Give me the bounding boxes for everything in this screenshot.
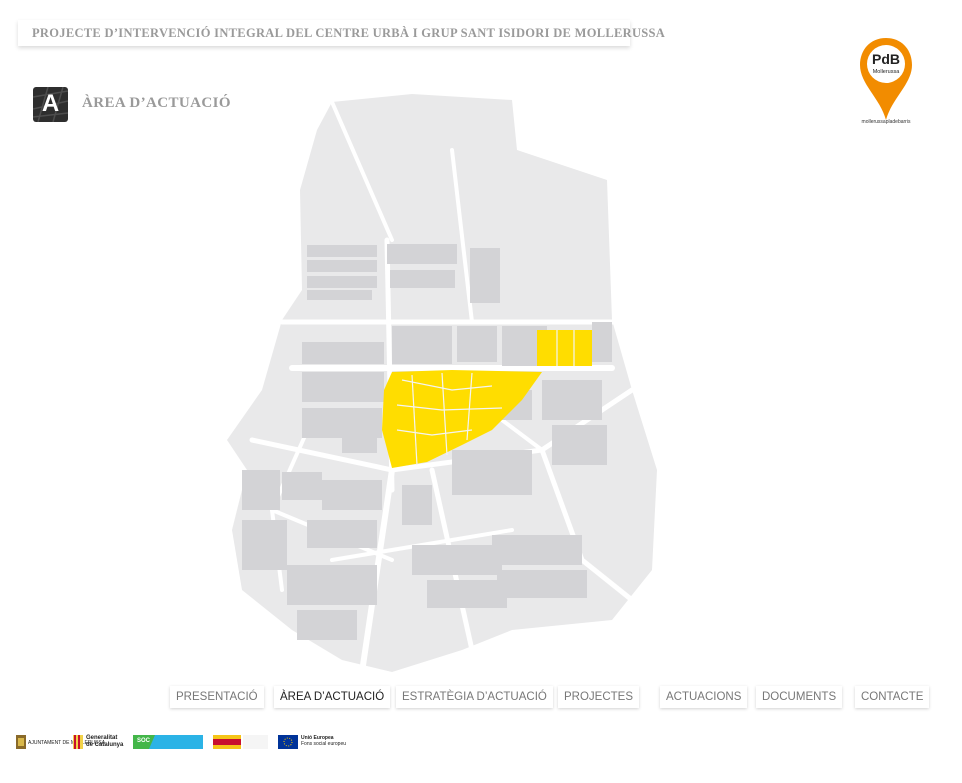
soc-logo[interactable]: SOC: [133, 732, 203, 752]
page-title: PROJECTE D’INTERVENCIÓ INTEGRAL DEL CENT…: [32, 26, 666, 40]
main-nav: PRESENTACIÓ ÀREA D’ACTUACIÓ ESTRATÈGIA D…: [0, 684, 962, 712]
eu-text-2: Fons social europeu: [301, 741, 347, 747]
pdb-logo[interactable]: PdB Mollerussa: [855, 34, 917, 126]
nav-actuacions[interactable]: ACTUACIONS: [660, 686, 748, 708]
nav-projectes[interactable]: PROJECTES: [558, 686, 640, 708]
logo-domain: mollerussapladebarris: [861, 119, 911, 125]
nav-area-actuacio[interactable]: ÀREA D’ACTUACIÓ: [274, 686, 391, 708]
ajuntament-logo[interactable]: AJUNTAMENT DE MOLLERUSSA: [16, 732, 105, 752]
soc-text: SOC: [137, 738, 151, 744]
logo-text-pdb: PdB: [872, 51, 900, 67]
nav-documents[interactable]: DOCUMENTS: [756, 686, 843, 708]
gobierno-logo[interactable]: [213, 732, 268, 752]
nav-contacte[interactable]: CONTACTE: [855, 686, 930, 708]
header-bar: PROJECTE D’INTERVENCIÓ INTEGRAL DEL CENT…: [18, 20, 665, 46]
logo-text-mollerussa: Mollerussa: [873, 69, 901, 75]
footer-logos: AJUNTAMENT DE MOLLERUSSA Generalitat de …: [0, 732, 962, 754]
nav-estrategia-actuacio[interactable]: ESTRATÈGIA D’ACTUACIÓ: [396, 686, 553, 708]
nav-presentacio[interactable]: PRESENTACIÓ: [170, 686, 264, 708]
intervention-area-east: [537, 330, 592, 366]
eu-logo[interactable]: Unió Europea Fons social europeu: [278, 732, 347, 752]
area-map: [212, 90, 662, 680]
generalitat-logo[interactable]: Generalitat de Catalunya: [73, 732, 128, 752]
section-title: ÀREA D’ACTUACIÓ: [82, 95, 231, 111]
area-icon: A: [33, 87, 68, 122]
area-icon-letter: A: [41, 90, 60, 117]
generalitat-text-2: de Catalunya: [86, 742, 124, 748]
generalitat-text-1: Generalitat: [86, 735, 118, 741]
